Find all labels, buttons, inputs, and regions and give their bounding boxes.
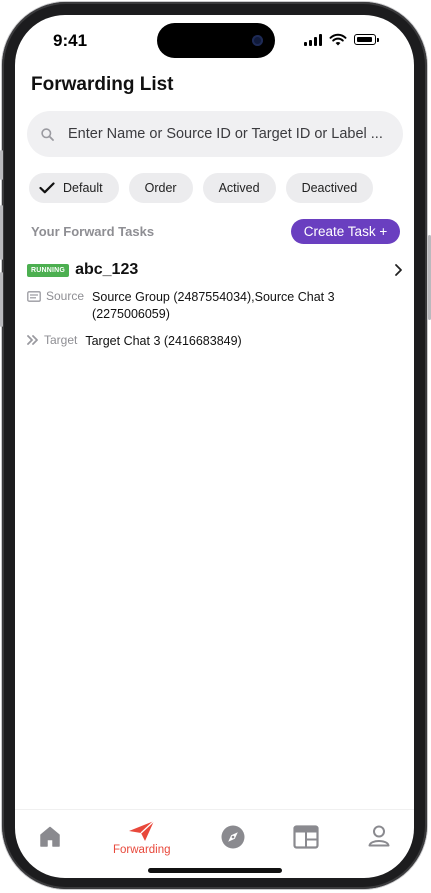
send-icon (129, 820, 155, 841)
filter-chips: Default Order Actived Deactived (29, 173, 374, 203)
search-icon (41, 127, 54, 141)
profile-icon (368, 825, 390, 847)
source-label: Source (46, 289, 85, 303)
task-target-row: Target Target Chat 3 (2416683849) (27, 333, 403, 350)
bottom-nav: Forwarding (15, 809, 414, 866)
calendar-icon (293, 825, 319, 849)
section-label: Your Forward Tasks (31, 224, 155, 239)
filter-chip-label: Default (63, 181, 103, 195)
battery-icon (354, 34, 379, 45)
compass-icon (221, 825, 245, 849)
filter-chip-order[interactable]: Order (128, 173, 193, 203)
signal-icon (304, 33, 322, 46)
status-time: 9:41 (53, 31, 88, 50)
chevron-right-icon[interactable] (394, 263, 403, 277)
nav-explore[interactable] (221, 825, 245, 849)
wifi-icon (329, 33, 347, 46)
side-button (0, 272, 3, 327)
source-label-group: Source (27, 289, 84, 303)
home-indicator (148, 868, 282, 873)
target-label: Target (44, 333, 78, 347)
side-button (0, 205, 3, 260)
nav-home[interactable] (39, 826, 61, 847)
page-title: Forwarding List (31, 74, 174, 95)
task-name: abc_123 (75, 261, 139, 278)
status-icons (304, 33, 379, 46)
task-source-row: Source Source Group (2487554034),Source … (27, 289, 403, 323)
side-button (0, 150, 3, 180)
create-task-button[interactable]: Create Task + (291, 219, 400, 244)
nav-schedule[interactable] (293, 825, 319, 849)
home-icon (40, 826, 60, 847)
check-icon (39, 182, 55, 194)
double-chevron-icon (27, 335, 38, 345)
nav-profile[interactable] (368, 825, 390, 847)
nav-label-forwarding: Forwarding (113, 844, 171, 856)
source-value: Source Group (2487554034),Source Chat 3 … (92, 290, 335, 321)
dynamic-island (157, 23, 275, 58)
search-input[interactable] (66, 125, 390, 143)
camera-icon (252, 35, 263, 46)
source-icon (27, 290, 41, 302)
nav-forwarding[interactable]: Forwarding (113, 820, 171, 856)
status-badge: RUNNING (27, 263, 70, 277)
task-header: RUNNING abc_123 (27, 261, 403, 279)
target-label-group: Target (27, 333, 77, 347)
filter-chip-deactived[interactable]: Deactived (285, 173, 374, 203)
filter-chip-label: Order (144, 181, 177, 195)
filter-chip-default[interactable]: Default (29, 173, 119, 203)
search-bar[interactable] (27, 111, 403, 157)
filter-chip-label: Deactived (301, 181, 358, 195)
app-screen: 9:41 Forwarding List Default (15, 15, 414, 878)
task-item[interactable]: RUNNING abc_123 Source Source Group (248… (27, 261, 403, 350)
target-value: Target Chat 3 (2416683849) (85, 334, 242, 348)
filter-chip-actived[interactable]: Actived (202, 173, 276, 203)
filter-chip-label: Actived (218, 181, 260, 195)
